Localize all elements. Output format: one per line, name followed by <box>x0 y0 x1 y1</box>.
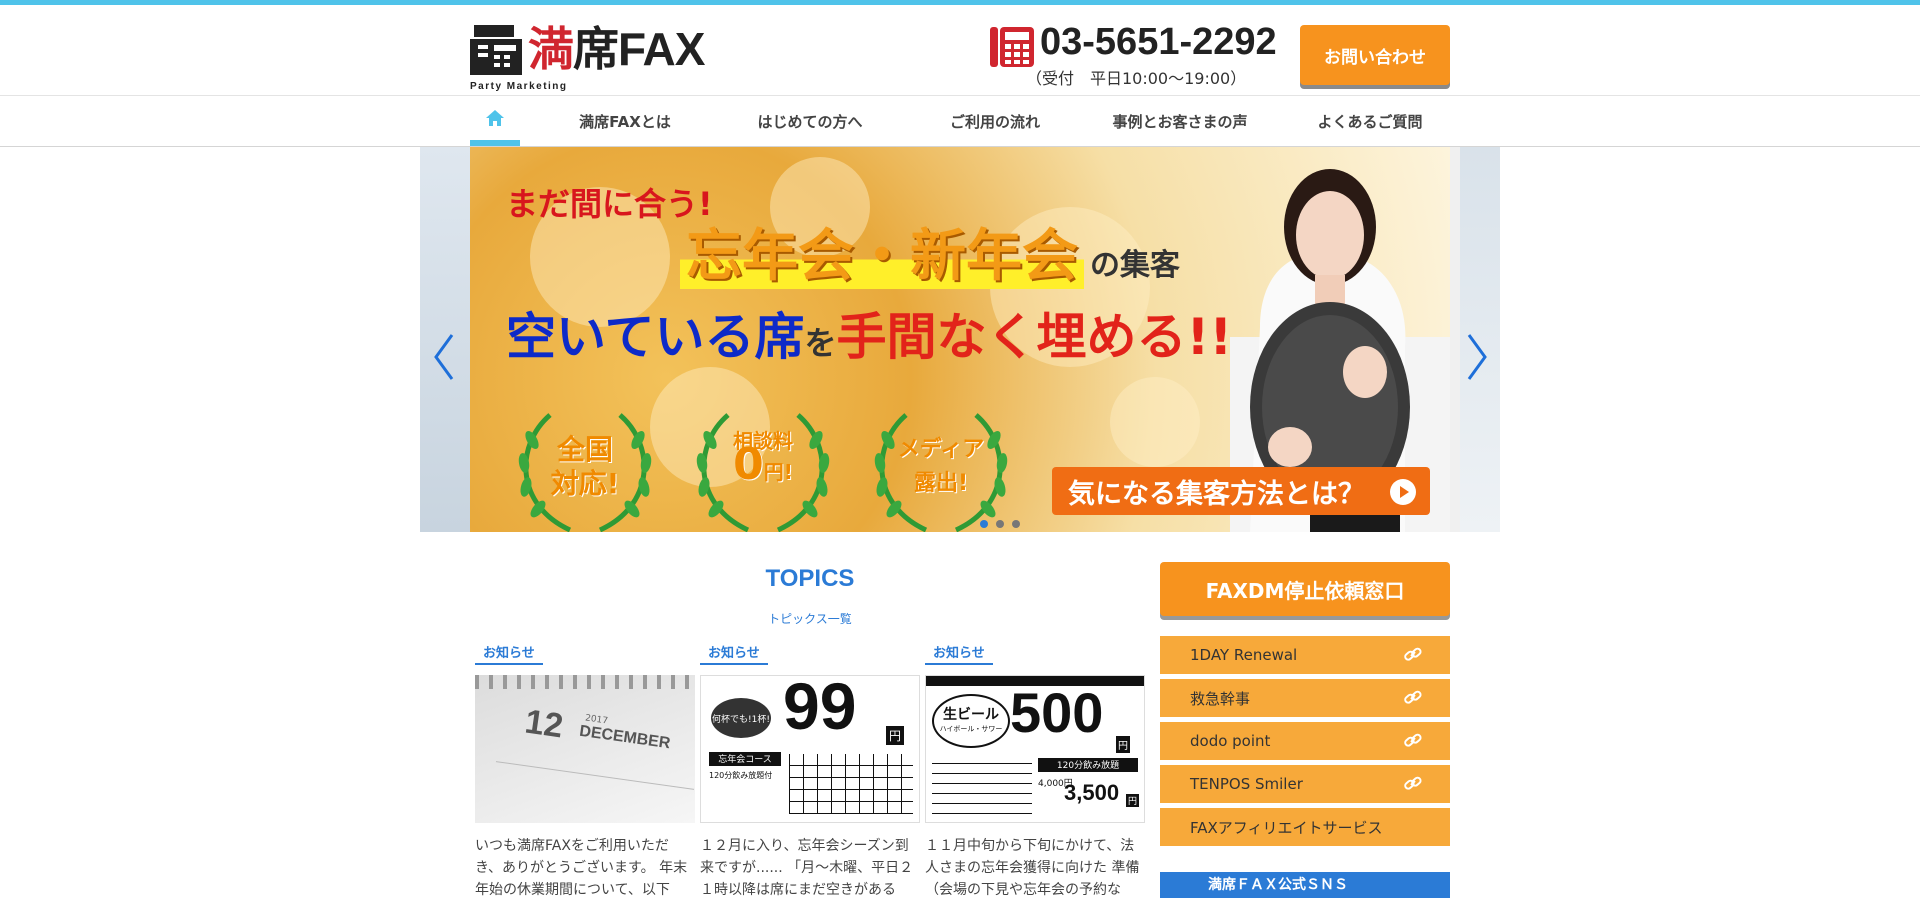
slide-dot-2[interactable] <box>996 520 1004 528</box>
site-logo[interactable]: 満席FAX Party Marketing <box>470 21 710 92</box>
sidebar-link-list: 1DAY Renewal 救急幹事 dodo point TENPOS Smil… <box>1160 636 1450 846</box>
sidebar: FAXDM停止依頼窓口 1DAY Renewal 救急幹事 dodo point… <box>1160 562 1450 898</box>
calendar-thumbnail: 12 2017 DECEMBER <box>475 675 695 823</box>
hero-headline: 忘年会・新年会 の集客 <box>680 211 1180 292</box>
badge-consult-line2: 円! <box>763 460 793 484</box>
badge-nationwide-line1: 全国 <box>556 433 613 466</box>
badge-consult-zero: 0 <box>733 439 764 490</box>
nav-item-flow[interactable]: ご利用の流れ <box>915 96 1075 146</box>
sidebar-link-tenpos-smiler[interactable]: TENPOS Smiler <box>1160 765 1450 803</box>
hero-cta-button[interactable]: 気になる集客方法とは？ <box>1052 467 1430 515</box>
nav-item-about[interactable]: 満席FAXとは <box>550 96 700 146</box>
main-nav: 満席FAXとは はじめての方へ ご利用の流れ 事例とお客さまの声 よくあるご質問 <box>0 96 1920 147</box>
hero-slider: まだ間に合う! 忘年会・新年会 の集客 空いている席を手間なく埋める!! 全国 対応… <box>420 147 1500 532</box>
badge-free-consult: 相談料 0円! <box>688 405 838 532</box>
topic-tag: お知らせ <box>475 642 543 665</box>
contact-button[interactable]: お問い合わせ <box>1300 25 1450 85</box>
brand-wordmark: 満席FAX <box>528 22 705 76</box>
hero-subheadline: 空いている席を手間なく埋める!! <box>506 308 1233 366</box>
logo-tagline: Party Marketing <box>470 81 568 92</box>
nav-item-cases[interactable]: 事例とお客さまの声 <box>1090 96 1270 146</box>
phone-contact[interactable]: 03-5651-2292 （受付 平日10:00〜19:00） <box>988 21 1298 88</box>
link-icon <box>1404 647 1422 661</box>
hero-slide[interactable]: まだ間に合う! 忘年会・新年会 の集客 空いている席を手間なく埋める!! 全国 対応… <box>470 147 1450 532</box>
flyer-500yen-thumbnail: 生ビール ハイボール・サワー 500 円 120分飲み放題 4,000円 3,5… <box>925 675 1145 823</box>
topic-excerpt: １２月に入り、忘年会シーズン到来ですが...... 「月〜木曜、平日２１時以降は… <box>700 838 914 898</box>
next-arrow-icon[interactable] <box>1463 327 1493 387</box>
nav-home[interactable] <box>470 96 520 146</box>
phone-icon <box>990 27 1034 67</box>
sidebar-link-kyukyu-kanji[interactable]: 救急幹事 <box>1160 679 1450 717</box>
site-header: 満席FAX Party Marketing 03-5651-2292 （受付 平… <box>0 5 1920 96</box>
topic-card[interactable]: お知らせ 12 2017 DECEMBER いつも満席FAXをご利用いただき、あ… <box>475 642 695 901</box>
sidebar-link-fax-affiliate[interactable]: FAXアフィリエイトサービス <box>1160 808 1450 846</box>
sidebar-link-1day-renewal[interactable]: 1DAY Renewal <box>1160 636 1450 674</box>
flyer-99yen-thumbnail: 何杯でも!1杯! 99 円 忘年会コース 120分飲み放題付 <box>700 675 920 823</box>
badge-media-line2: 露出! <box>913 471 969 496</box>
slide-dot-3[interactable] <box>1012 520 1020 528</box>
faxdm-stop-button[interactable]: FAXDM停止依頼窓口 <box>1160 562 1450 616</box>
badge-nationwide-line2: 対応! <box>550 467 620 500</box>
home-icon <box>486 110 504 126</box>
nav-item-first-time[interactable]: はじめての方へ <box>725 96 895 146</box>
phone-number: 03-5651-2292 <box>1040 21 1277 63</box>
link-icon <box>1404 733 1422 747</box>
topic-excerpt: １１月中旬から下旬にかけて、法人さまの忘年会獲得に向けた 準備（会場の下見や忘年… <box>925 838 1140 898</box>
topics-list-link[interactable]: トピックス一覧 <box>760 610 860 627</box>
topic-tag: お知らせ <box>700 642 768 665</box>
prev-arrow-icon[interactable] <box>428 327 458 387</box>
nav-item-faq[interactable]: よくあるご質問 <box>1285 96 1455 146</box>
link-icon <box>1404 776 1422 790</box>
topic-card[interactable]: お知らせ 何杯でも!1杯! 99 円 忘年会コース 120分飲み放題付 １２月に… <box>700 642 920 901</box>
play-icon <box>1390 479 1416 505</box>
badge-media-line1: メディア <box>897 437 985 462</box>
slide-indicators <box>980 513 1028 532</box>
phone-hours: （受付 平日10:00〜19:00） <box>1026 69 1247 88</box>
topic-excerpt: いつも満席FAXをご利用いただき、ありがとうございます。 年末年始の休業期間につ… <box>475 838 688 898</box>
fax-machine-icon <box>470 25 522 75</box>
topic-tag: お知らせ <box>925 642 993 665</box>
sidebar-link-dodo-point[interactable]: dodo point <box>1160 722 1450 760</box>
slide-dot-1[interactable] <box>980 520 988 528</box>
topic-card[interactable]: お知らせ 生ビール ハイボール・サワー 500 円 120分飲み放題 4,000… <box>925 642 1145 901</box>
badge-nationwide: 全国 対応! <box>510 405 660 532</box>
sns-section-header: 満席ＦＡＸ公式ＳＮＳ <box>1160 872 1450 898</box>
topics-title: TOPICS <box>765 565 855 592</box>
link-icon <box>1404 690 1422 704</box>
